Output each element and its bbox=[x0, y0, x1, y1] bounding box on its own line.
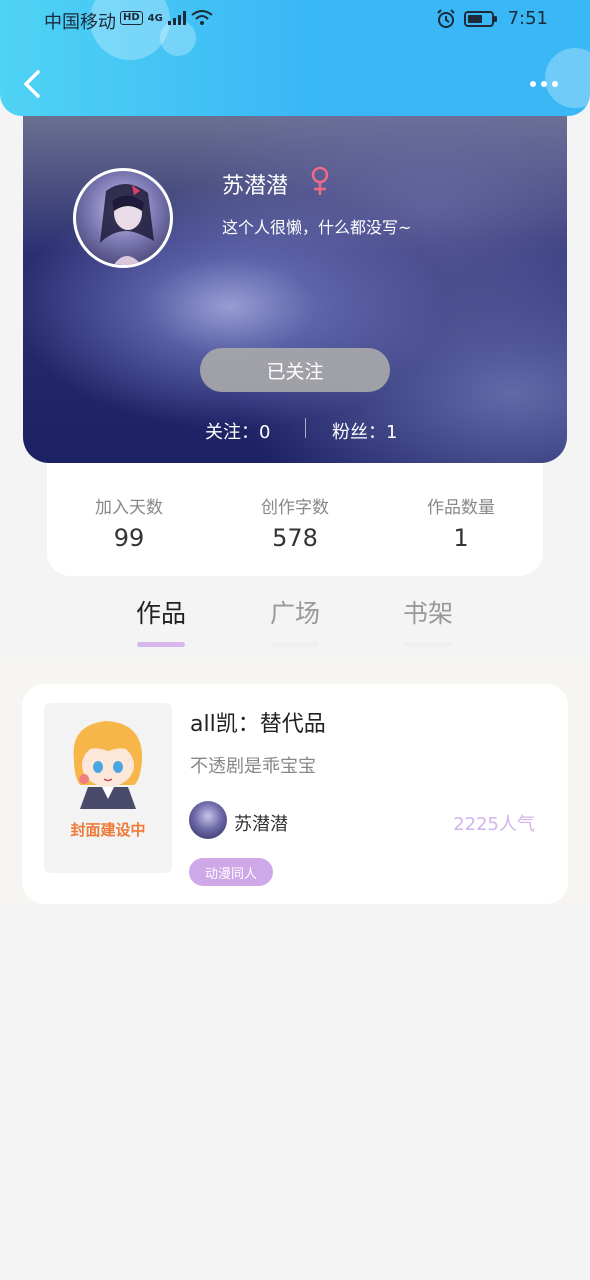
battery-icon bbox=[463, 10, 497, 27]
more-dots-icon bbox=[552, 81, 558, 87]
profile-name: 苏潜潜 bbox=[222, 174, 289, 199]
top-header: 中国移动 HD 4G 7:51 bbox=[0, 0, 590, 116]
following-count: 0 bbox=[259, 422, 271, 443]
carrier-name: 中国移动 bbox=[44, 12, 116, 33]
cover-placeholder-illustration bbox=[73, 721, 143, 809]
stat-label: 作品数量 bbox=[427, 498, 495, 518]
profile-tabs: 作品 广场 书架 bbox=[0, 590, 590, 652]
female-gender-icon bbox=[309, 166, 331, 196]
following-stat[interactable]: 关注：0 bbox=[205, 418, 270, 444]
work-cover[interactable]: 封面建设中 bbox=[44, 703, 172, 873]
network-type: 4G bbox=[147, 12, 163, 24]
stat-label: 加入天数 bbox=[95, 498, 163, 518]
tab-works[interactable]: 作品 bbox=[111, 594, 211, 647]
following-label: 关注： bbox=[205, 422, 259, 443]
work-description: 不透剧是乖宝宝 bbox=[190, 756, 316, 777]
avatar-image bbox=[100, 183, 154, 265]
genre-tag[interactable]: 动漫同人 bbox=[189, 858, 274, 886]
tab-square[interactable]: 广场 bbox=[245, 594, 345, 647]
author-avatar[interactable] bbox=[189, 801, 227, 839]
tab-label: 书架 bbox=[402, 599, 453, 628]
signal-icon bbox=[167, 11, 186, 25]
stat-word-count: 创作字数 578 bbox=[225, 493, 365, 552]
fans-count: 1 bbox=[386, 422, 398, 443]
profile-hero: 苏潜潜 这个人很懒，什么都没写~ 已关注 关注：0 粉丝：1 bbox=[23, 116, 567, 463]
network-indicators: HD 4G bbox=[120, 10, 213, 26]
avatar[interactable] bbox=[73, 168, 173, 268]
work-title[interactable]: all凯：替代品 bbox=[190, 706, 326, 738]
clock: 7:51 bbox=[507, 8, 548, 29]
tab-bookshelf[interactable]: 书架 bbox=[378, 594, 478, 647]
more-dots-icon bbox=[541, 81, 547, 87]
stat-join-days: 加入天数 99 bbox=[59, 493, 199, 552]
stats-divider bbox=[305, 418, 306, 438]
tab-indicator bbox=[137, 642, 185, 647]
tab-label: 广场 bbox=[269, 599, 320, 628]
profile-bio: 这个人很懒，什么都没写~ bbox=[222, 218, 412, 237]
tab-indicator bbox=[404, 642, 452, 647]
fans-stat[interactable]: 粉丝：1 bbox=[332, 418, 397, 444]
popularity-count: 2225人气 bbox=[453, 814, 535, 835]
work-card[interactable]: 封面建设中 all凯：替代品 不透剧是乖宝宝 苏潜潜 2225人气 动漫同人 bbox=[22, 684, 568, 904]
fans-label: 粉丝： bbox=[332, 422, 386, 443]
hd-badge: HD bbox=[120, 11, 143, 25]
alarm-icon bbox=[436, 8, 455, 28]
wifi-icon bbox=[191, 10, 213, 25]
stat-value: 578 bbox=[272, 524, 318, 552]
stat-label: 创作字数 bbox=[261, 498, 329, 518]
stats-card: 加入天数 99 创作字数 578 作品数量 1 bbox=[47, 463, 543, 576]
author-name[interactable]: 苏潜潜 bbox=[234, 810, 288, 836]
follow-stats: 关注：0 粉丝：1 bbox=[23, 416, 567, 444]
follow-button[interactable]: 已关注 bbox=[200, 348, 390, 392]
stat-value: 99 bbox=[113, 524, 145, 552]
more-dots-icon bbox=[530, 81, 536, 87]
tab-label: 作品 bbox=[135, 599, 186, 628]
back-button[interactable] bbox=[18, 66, 50, 102]
more-button[interactable] bbox=[530, 72, 564, 96]
status-right: 7:51 bbox=[436, 8, 548, 29]
cover-placeholder-text: 封面建设中 bbox=[70, 821, 146, 839]
tab-indicator bbox=[271, 642, 319, 647]
stat-work-count: 作品数量 1 bbox=[391, 493, 531, 552]
chevron-left-icon bbox=[24, 70, 40, 98]
stat-value: 1 bbox=[453, 524, 469, 552]
works-list: 封面建设中 all凯：替代品 不透剧是乖宝宝 苏潜潜 2225人气 动漫同人 bbox=[0, 660, 590, 904]
status-bar: 中国移动 HD 4G 7:51 bbox=[0, 6, 590, 34]
